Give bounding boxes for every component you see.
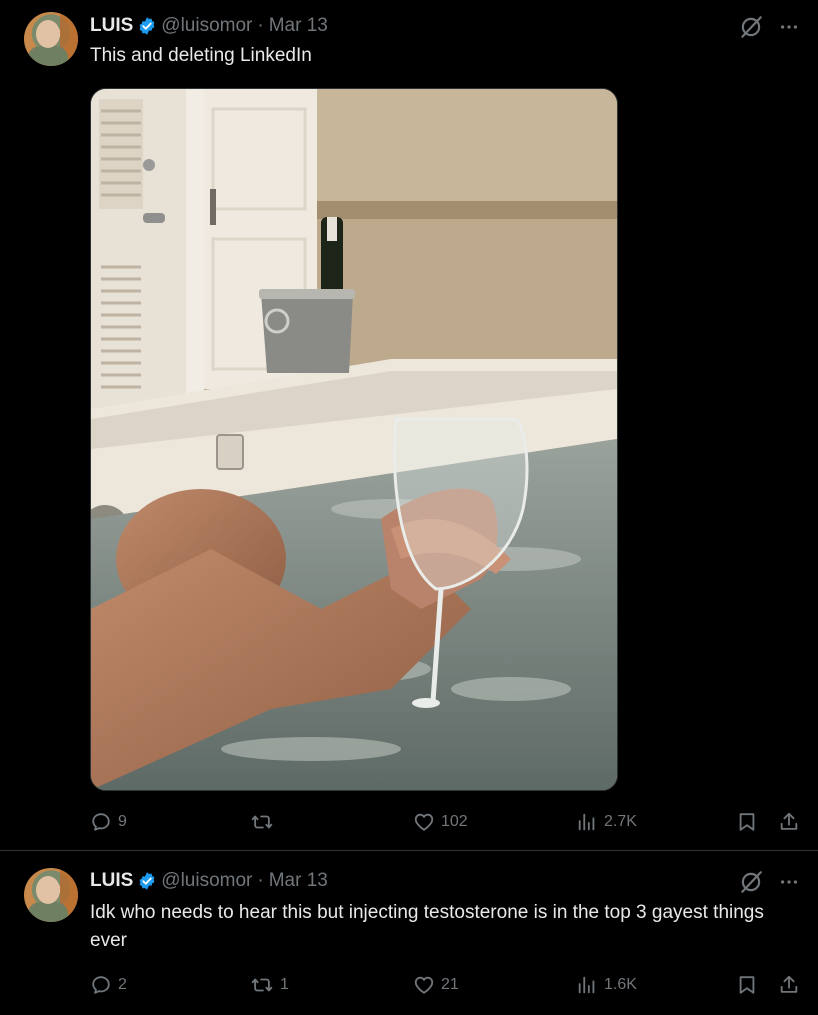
grok-icon[interactable] <box>738 14 764 40</box>
retweet-button[interactable] <box>250 810 280 834</box>
verified-badge-icon <box>139 17 155 35</box>
bookmark-button[interactable] <box>736 973 758 997</box>
view-count: 2.7K <box>604 813 637 830</box>
views-button[interactable]: 1.6K <box>576 973 637 997</box>
retweet-button[interactable]: 1 <box>250 973 289 997</box>
tweet-header: LUIS @luisomor · Mar 13 <box>90 14 328 38</box>
views-icon <box>578 976 595 994</box>
retweet-icon <box>251 978 273 992</box>
retweet-icon <box>251 815 273 829</box>
avatar[interactable] <box>24 868 78 922</box>
bookmark-button[interactable] <box>736 810 758 834</box>
tweet[interactable]: LUIS @luisomor · Mar 13 Idk who needs to… <box>0 851 818 1015</box>
tweet[interactable]: LUIS @luisomor · Mar 13 This and deletin… <box>0 0 818 851</box>
reply-count: 9 <box>118 813 127 830</box>
reply-icon <box>92 813 110 831</box>
separator-dot: · <box>257 15 264 36</box>
like-count: 102 <box>441 813 468 830</box>
reply-button[interactable]: 9 <box>90 810 127 834</box>
views-button[interactable]: 2.7K <box>576 810 637 834</box>
like-icon <box>414 976 434 994</box>
tweet-top-actions <box>738 869 800 895</box>
share-icon <box>780 975 798 993</box>
share-button[interactable] <box>778 810 800 834</box>
bookmark-icon <box>739 813 755 831</box>
tweet-date[interactable]: Mar 13 <box>269 870 328 892</box>
grok-icon[interactable] <box>738 869 764 895</box>
like-count: 21 <box>441 976 459 993</box>
tweet-header: LUIS @luisomor · Mar 13 <box>90 869 328 893</box>
avatar-face <box>36 20 60 48</box>
verified-badge-icon <box>139 872 155 890</box>
like-icon <box>414 813 434 831</box>
views-icon <box>578 813 595 831</box>
author-name[interactable]: LUIS <box>90 15 133 37</box>
view-count: 1.6K <box>604 976 637 993</box>
tweet-photo[interactable] <box>90 88 618 791</box>
retweet-count: 1 <box>280 976 289 993</box>
author-handle[interactable]: @luisomor <box>161 15 252 37</box>
author-name[interactable]: LUIS <box>90 870 133 892</box>
bookmark-icon <box>739 976 755 994</box>
photo-bathtub-scene <box>91 89 617 790</box>
avatar-shirt <box>28 902 68 922</box>
share-icon <box>780 812 798 830</box>
like-button[interactable]: 102 <box>413 810 468 834</box>
tweet-date[interactable]: Mar 13 <box>269 15 328 37</box>
share-button[interactable] <box>778 973 800 997</box>
separator-dot: · <box>257 870 264 891</box>
tweet-text: Idk who needs to hear this but injecting… <box>90 902 764 951</box>
reply-icon <box>92 976 110 994</box>
author-handle[interactable]: @luisomor <box>161 870 252 892</box>
reply-count: 2 <box>118 976 127 993</box>
avatar[interactable] <box>24 12 78 66</box>
avatar-face <box>36 876 60 904</box>
tweet-text: This and deleting LinkedIn <box>90 45 312 66</box>
tweet-actions: 9 102 2.7K <box>90 810 802 834</box>
like-button[interactable]: 21 <box>413 973 459 997</box>
avatar-shirt <box>28 46 68 66</box>
reply-button[interactable]: 2 <box>90 973 127 997</box>
tweet-actions: 2 1 21 1.6K <box>90 973 802 997</box>
more-icon[interactable] <box>778 871 800 893</box>
more-icon[interactable] <box>778 16 800 38</box>
tweet-top-actions <box>738 14 800 40</box>
